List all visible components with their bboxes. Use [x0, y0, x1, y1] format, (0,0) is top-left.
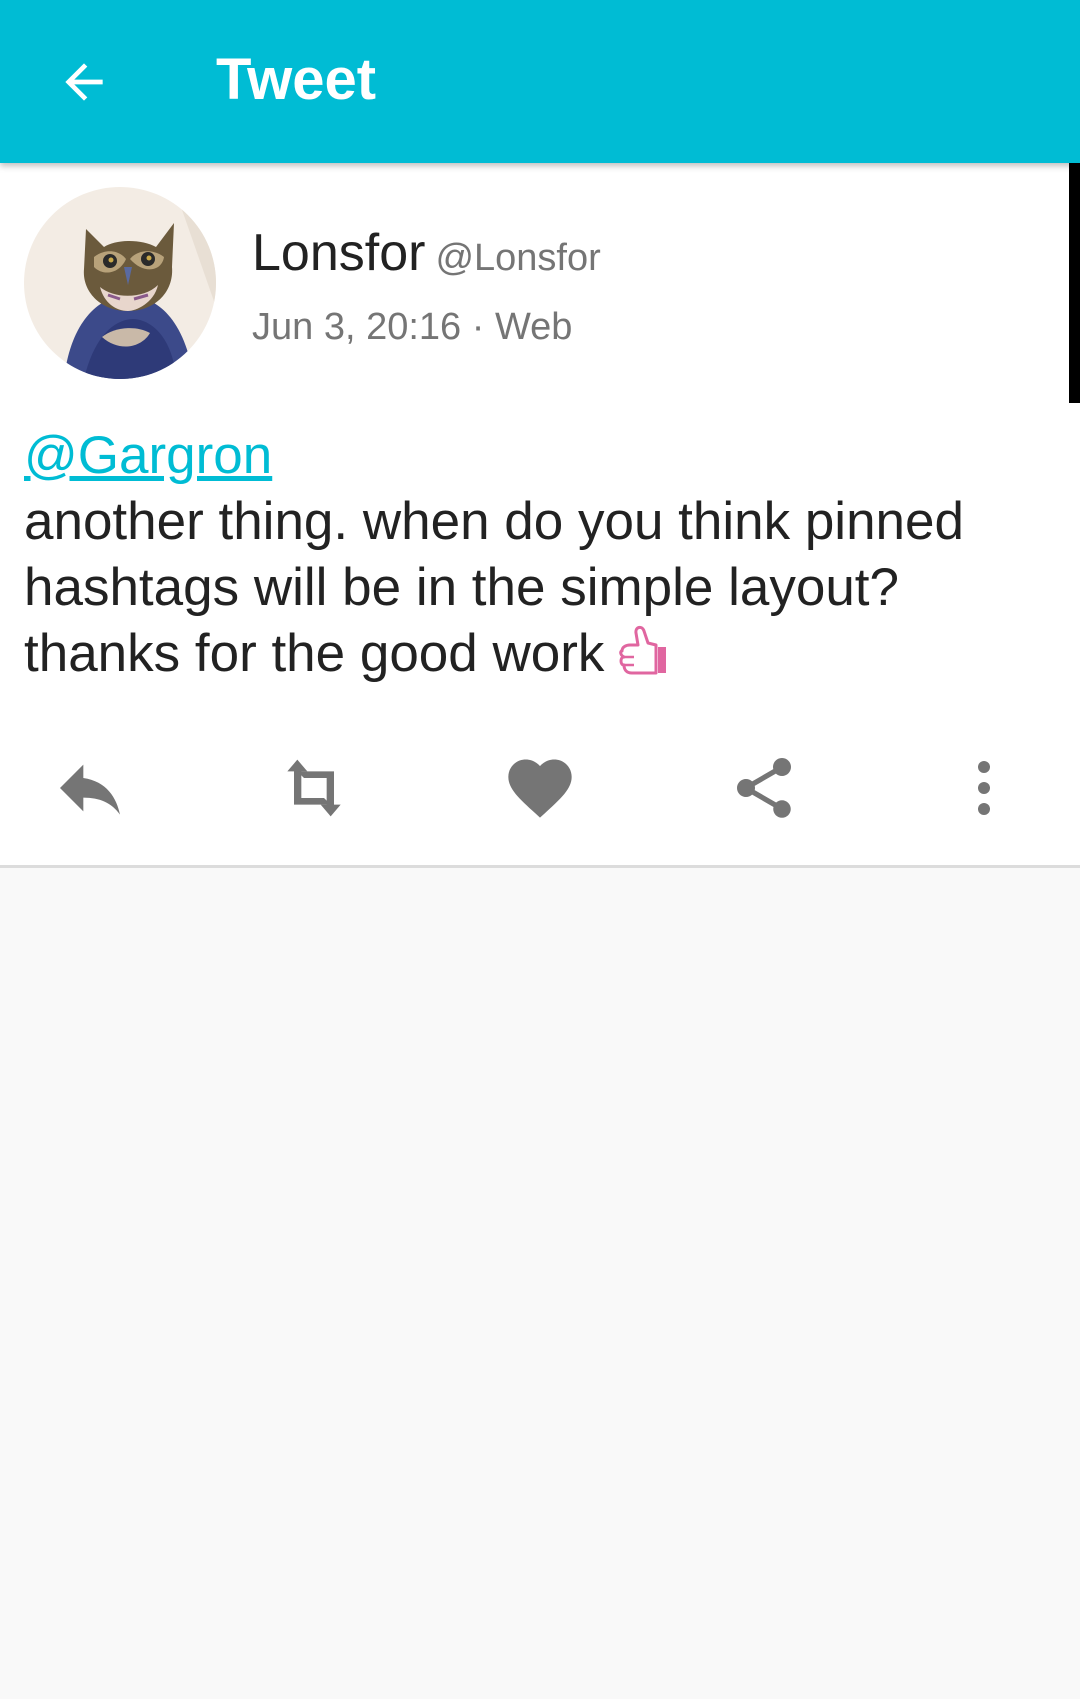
retweet-button[interactable] — [264, 733, 364, 843]
body-line: hashtags will be in the simple layout? — [24, 558, 899, 617]
reply-button[interactable] — [40, 733, 140, 843]
back-button[interactable] — [52, 50, 116, 114]
status-meta: Jun 3, 20:16 · Web — [252, 303, 572, 351]
status-actions — [0, 733, 1080, 843]
arrow-back-icon — [65, 63, 103, 101]
meta-separator: · — [461, 306, 495, 348]
retweet-icon — [287, 759, 341, 817]
status-content: @Gargron another thing. when do you thin… — [24, 423, 1054, 695]
author-display-name: Lonsfor — [252, 224, 426, 282]
body-line: thanks for the good work — [24, 624, 605, 683]
body-line: another thing. when do you think pinned — [24, 492, 964, 551]
timestamp: Jun 3, 20:16 — [252, 306, 462, 348]
source: Web — [494, 306, 573, 348]
author-line[interactable]: Lonsfor @Lonsfor — [252, 223, 601, 288]
author-handle: @Lonsfor — [435, 237, 601, 279]
more-vertical-icon — [978, 761, 990, 815]
status-card: Lonsfor @Lonsfor Jun 3, 20:16 · Web @Garg… — [0, 163, 1080, 868]
owl-avatar — [24, 187, 216, 379]
share-icon — [737, 758, 791, 818]
app-bar: Tweet — [0, 0, 1080, 163]
more-button[interactable] — [934, 733, 1034, 843]
scrollbar-thumb[interactable] — [1069, 163, 1080, 403]
share-button[interactable] — [714, 733, 814, 843]
heart-icon — [508, 759, 572, 818]
reply-icon — [60, 764, 120, 815]
page-title: Tweet — [216, 47, 377, 112]
thumbs-up-icon — [614, 621, 672, 695]
mention-link[interactable]: @Gargron — [24, 423, 272, 489]
favourite-button[interactable] — [490, 733, 590, 843]
avatar[interactable] — [24, 187, 216, 379]
